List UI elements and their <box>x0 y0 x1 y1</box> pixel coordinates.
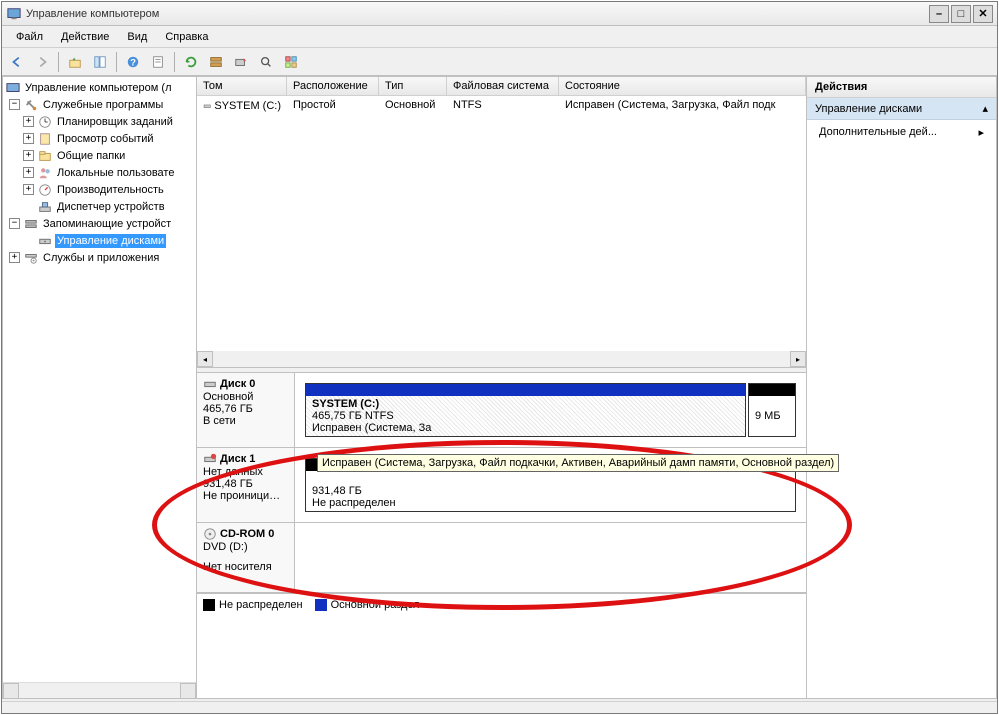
refresh-button[interactable] <box>180 51 202 73</box>
col-type[interactable]: Тип <box>379 77 447 95</box>
titlebar: Управление компьютером – □ ✕ <box>2 2 997 26</box>
forward-button[interactable] <box>31 51 53 73</box>
tree-scrollbar[interactable] <box>3 682 196 698</box>
help-button[interactable]: ? <box>122 51 144 73</box>
actions-header: Действия <box>807 77 996 98</box>
window-title: Управление компьютером <box>26 8 929 20</box>
expand-icon[interactable]: + <box>23 133 34 144</box>
tooltip: Исправен (Система, Загрузка, Файл подкач… <box>317 454 839 472</box>
col-status[interactable]: Состояние <box>559 77 806 95</box>
expand-icon[interactable]: + <box>23 184 34 195</box>
menu-help[interactable]: Справка <box>157 29 216 45</box>
disk-row-0: Диск 0 Основной 465,76 ГБ В сети SYSTEM … <box>197 373 806 448</box>
menubar: Файл Действие Вид Справка <box>2 26 997 48</box>
minimize-button[interactable]: – <box>929 5 949 23</box>
legend: Не распределен Основной раздел <box>197 593 806 615</box>
col-layout[interactable]: Расположение <box>287 77 379 95</box>
tree-sharedfolders[interactable]: + Общие папки <box>5 147 194 164</box>
cdrom-icon <box>203 527 217 541</box>
content-area: Управление компьютером (л − Служебные пр… <box>2 76 997 699</box>
up-button[interactable] <box>64 51 86 73</box>
svg-text:?: ? <box>130 57 136 68</box>
tree-localusers[interactable]: + Локальные пользовате <box>5 164 194 181</box>
main-window: Управление компьютером – □ ✕ Файл Действ… <box>1 1 998 714</box>
submenu-arrow-icon: ▸ <box>978 126 984 139</box>
close-button[interactable]: ✕ <box>973 5 993 23</box>
expand-icon[interactable]: + <box>9 252 20 263</box>
tree-diskmgmt[interactable]: Управление дисками <box>5 232 194 249</box>
table-scrollbar[interactable]: ◂▸ <box>197 351 806 367</box>
expand-icon[interactable]: + <box>23 116 34 127</box>
disk-info[interactable]: Диск 0 Основной 465,76 ГБ В сети <box>197 373 295 447</box>
menu-action[interactable]: Действие <box>53 29 117 45</box>
disk-panel: Диск 0 Основной 465,76 ГБ В сети SYSTEM … <box>197 373 806 698</box>
col-fs[interactable]: Файловая система <box>447 77 559 95</box>
toolbar: ? <box>2 48 997 76</box>
back-button[interactable] <box>6 51 28 73</box>
disk-row-cdrom: CD-ROM 0 DVD (D:) Нет носителя <box>197 523 806 593</box>
actions-more[interactable]: Дополнительные дей... ▸ <box>807 120 996 145</box>
tree-services[interactable]: + Службы и приложения <box>5 249 194 266</box>
expand-icon[interactable]: + <box>23 167 34 178</box>
col-volume[interactable]: Том <box>197 77 287 95</box>
tree-storage[interactable]: − Запоминающие устройст <box>5 215 194 232</box>
table-header: Том Расположение Тип Файловая система Со… <box>197 77 806 96</box>
more-options-button[interactable] <box>280 51 302 73</box>
disk-info[interactable]: Диск 1 Нет данных 931,48 ГБ Не проиници… <box>197 448 295 522</box>
actions-section[interactable]: Управление дисками ▴ <box>807 98 996 120</box>
menu-view[interactable]: Вид <box>119 29 155 45</box>
collapse-arrow-icon: ▴ <box>982 102 988 115</box>
disk-icon <box>203 377 217 391</box>
properties-button[interactable] <box>147 51 169 73</box>
tree-performance[interactable]: + Производительность <box>5 181 194 198</box>
partition-system[interactable]: SYSTEM (C:) 465,75 ГБ NTFS Исправен (Сис… <box>305 383 746 437</box>
show-hide-button[interactable] <box>89 51 111 73</box>
actions-panel: Действия Управление дисками ▴ Дополнител… <box>807 76 997 699</box>
detach-button[interactable] <box>230 51 252 73</box>
tree-panel: Управление компьютером (л − Служебные пр… <box>2 76 197 699</box>
collapse-icon[interactable]: − <box>9 218 20 229</box>
volume-icon <box>203 99 211 113</box>
app-icon <box>6 6 22 22</box>
tree-eventviewer[interactable]: + Просмотр событий <box>5 130 194 147</box>
expand-icon[interactable]: + <box>23 150 34 161</box>
legend-swatch-primary <box>315 599 327 611</box>
volume-table: Том Расположение Тип Файловая система Со… <box>197 77 806 367</box>
view-options-button[interactable] <box>255 51 277 73</box>
middle-panel: Том Расположение Тип Файловая система Со… <box>197 76 807 699</box>
tree-root[interactable]: Управление компьютером (л <box>5 79 194 96</box>
rescan-button[interactable] <box>205 51 227 73</box>
tree-devicemgr[interactable]: Диспетчер устройств <box>5 198 194 215</box>
tree-scheduler[interactable]: + Планировщик заданий <box>5 113 194 130</box>
maximize-button[interactable]: □ <box>951 5 971 23</box>
tree-utilities[interactable]: − Служебные программы <box>5 96 194 113</box>
legend-swatch-unalloc <box>203 599 215 611</box>
partition-unalloc-small[interactable]: 9 МБ <box>748 383 796 437</box>
menu-file[interactable]: Файл <box>8 29 51 45</box>
table-row[interactable]: SYSTEM (C:) Простой Основной NTFS Исправ… <box>197 96 806 116</box>
disk-unknown-icon <box>203 452 217 466</box>
collapse-icon[interactable]: − <box>9 99 20 110</box>
bottom-scrollbar[interactable] <box>2 701 997 713</box>
disk-info[interactable]: CD-ROM 0 DVD (D:) Нет носителя <box>197 523 295 592</box>
